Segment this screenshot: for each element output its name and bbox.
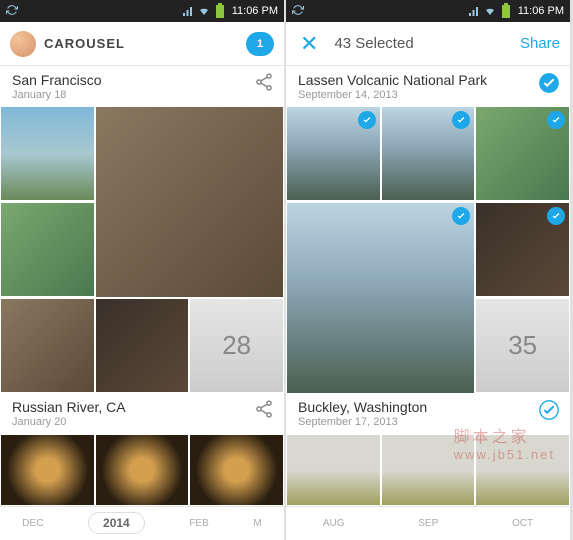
close-button[interactable]: ✕: [296, 31, 322, 57]
photo-thumbnail[interactable]: [476, 203, 569, 296]
more-photos-button[interactable]: 28: [190, 299, 283, 392]
timeline-year-pill[interactable]: 2014: [88, 512, 145, 534]
watermark: 脚本之家 www.jb51.net: [454, 423, 555, 462]
share-icon[interactable]: [254, 399, 274, 424]
more-count: 35: [508, 330, 537, 361]
messages-button[interactable]: 1: [246, 32, 274, 56]
check-icon: [452, 111, 470, 129]
photo-thumbnail[interactable]: [96, 107, 283, 297]
photo-thumbnail[interactable]: [287, 435, 380, 505]
timeline-tick: AUG: [323, 518, 345, 529]
battery-icon: [502, 5, 510, 18]
timeline-tick: M: [253, 518, 261, 529]
selection-header: ✕ 43 Selected Share: [286, 22, 570, 66]
photo-thumbnail[interactable]: [287, 203, 474, 393]
messages-badge: 1: [257, 38, 263, 50]
photo-thumbnail[interactable]: [382, 107, 475, 200]
more-count: 28: [222, 330, 251, 361]
share-icon[interactable]: [254, 72, 274, 97]
section-date: September 17, 2013: [298, 416, 427, 428]
selection-count: 43 Selected: [334, 35, 520, 52]
photo-thumbnail[interactable]: [96, 299, 189, 392]
avatar[interactable]: [10, 31, 36, 57]
wifi-icon: [484, 5, 496, 17]
section-header: Lassen Volcanic National Park September …: [286, 66, 570, 107]
section-select-toggle[interactable]: [538, 399, 560, 426]
status-bar: 11:06 PM: [286, 0, 570, 22]
app-title: CAROUSEL: [44, 36, 125, 51]
sync-icon: [6, 4, 18, 19]
timeline-tick: FEB: [189, 518, 208, 529]
photo-thumbnail[interactable]: [96, 435, 189, 505]
section-date: January 18: [12, 89, 101, 101]
check-icon: [358, 111, 376, 129]
section-select-toggle[interactable]: [538, 72, 560, 99]
signal-icon: [182, 5, 194, 17]
section-date: September 14, 2013: [298, 89, 487, 101]
photo-thumbnail[interactable]: [287, 107, 380, 200]
app-header: CAROUSEL 1: [0, 22, 284, 66]
status-bar: 11:06 PM: [0, 0, 284, 22]
status-time: 11:06 PM: [232, 5, 278, 17]
timeline-tick: OCT: [512, 518, 533, 529]
section-header: Russian River, CA January 20: [0, 393, 284, 434]
section-date: January 20: [12, 416, 126, 428]
timeline-tick: SEP: [418, 518, 438, 529]
timeline[interactable]: DEC 2014 FEB M: [0, 506, 284, 540]
status-time: 11:06 PM: [518, 5, 564, 17]
check-icon: [547, 207, 565, 225]
share-button[interactable]: Share: [520, 35, 560, 52]
photo-thumbnail[interactable]: [1, 203, 94, 296]
timeline[interactable]: AUG SEP OCT: [286, 506, 570, 540]
battery-icon: [216, 5, 224, 18]
section-location: Buckley, Washington: [298, 399, 427, 415]
sync-icon: [292, 4, 304, 19]
more-photos-button[interactable]: 35: [476, 299, 569, 392]
section-location: San Francisco: [12, 72, 101, 88]
section-location: Russian River, CA: [12, 399, 126, 415]
screen-left: 11:06 PM CAROUSEL 1 San Francisco Januar…: [0, 0, 284, 540]
section-location: Lassen Volcanic National Park: [298, 72, 487, 88]
photo-thumbnail[interactable]: [1, 299, 94, 392]
signal-icon: [468, 5, 480, 17]
photo-thumbnail[interactable]: [476, 107, 569, 200]
check-icon: [547, 111, 565, 129]
check-icon: [452, 207, 470, 225]
timeline-tick: DEC: [22, 518, 43, 529]
wifi-icon: [198, 5, 210, 17]
section-header: San Francisco January 18: [0, 66, 284, 107]
photo-thumbnail[interactable]: [1, 435, 94, 505]
photo-thumbnail[interactable]: [190, 435, 283, 505]
photo-thumbnail[interactable]: [1, 107, 94, 200]
